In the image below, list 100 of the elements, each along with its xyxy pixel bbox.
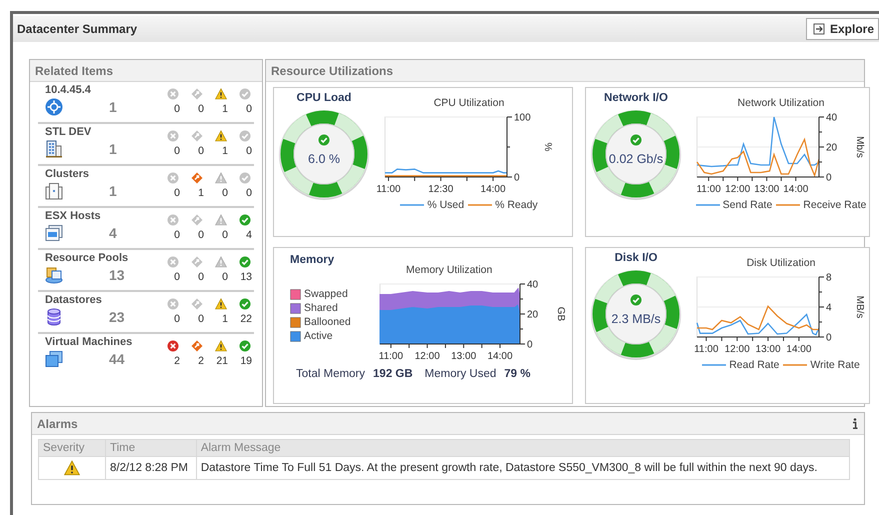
status-count: 4 <box>246 229 252 241</box>
card-title: Memory <box>290 254 336 266</box>
status-count: 0 <box>174 229 180 241</box>
tick-label: 0 <box>826 332 832 344</box>
panel-title: Related Items <box>35 64 114 78</box>
tick-label: 40 <box>826 112 838 124</box>
tick-label: 13:00 <box>754 184 780 195</box>
status-count: 0 <box>174 271 180 283</box>
tick-label: 12:30 <box>428 184 454 195</box>
item-name[interactable]: Virtual Machines <box>45 336 157 348</box>
legend-label: % Ready <box>495 199 538 211</box>
tick-label: 8 <box>826 272 832 284</box>
table-cell: 8/2/12 8:28 PM <box>106 456 196 480</box>
status-count: 2 <box>174 355 180 367</box>
legend-label: Send Rate <box>722 199 772 211</box>
panel-title: Alarms <box>37 416 78 430</box>
axis-title: MB/s <box>854 296 865 318</box>
explore-button[interactable]: Explore <box>806 18 879 40</box>
legend-label: % Used <box>427 199 464 211</box>
tick-label: 12:00 <box>414 351 440 362</box>
window-title: Datacenter Summary <box>17 22 138 36</box>
y-axis <box>520 284 526 344</box>
item-count: 4 <box>109 225 117 241</box>
item-count: 44 <box>109 351 125 367</box>
chart-title: Network Utilization <box>738 97 824 109</box>
database-icon <box>45 308 63 326</box>
info-icon <box>852 418 858 429</box>
status-count: 0 <box>198 271 204 283</box>
item-count: 23 <box>109 309 125 325</box>
tick-label: 0 <box>527 340 533 350</box>
item-count: 1 <box>109 183 117 199</box>
tick-label: 11:00 <box>378 351 404 362</box>
legend-label: Ballooned <box>304 316 351 328</box>
status-count: 19 <box>240 355 252 367</box>
status-count: 1 <box>222 313 228 325</box>
stat-label: Total Memory <box>296 368 366 380</box>
status-count: 0 <box>174 313 180 325</box>
tick-label: 11:00 <box>696 184 721 195</box>
chart-title: CPU Utilization <box>434 97 504 109</box>
card-title: Disk I/O <box>614 252 658 264</box>
status-count: 0 <box>246 187 252 199</box>
host-icon <box>45 224 63 242</box>
tick-label: 14:00 <box>786 344 812 355</box>
status-count: 1 <box>222 103 228 115</box>
status-count: 22 <box>240 313 252 325</box>
status-count: 0 <box>246 145 252 157</box>
item-count: 13 <box>109 267 125 283</box>
status-count: 0 <box>174 103 180 115</box>
tick-label: 14:00 <box>487 351 513 362</box>
tick-label: 40 <box>527 280 538 290</box>
tick-label: 12:00 <box>724 344 750 355</box>
status-count: 0 <box>198 313 204 325</box>
legend-label: Swapped <box>304 288 348 300</box>
y-axis <box>506 116 512 178</box>
tick-label: 12:00 <box>725 184 750 195</box>
warning-icon <box>64 460 80 476</box>
status-count: 0 <box>222 271 228 283</box>
status-count: 0 <box>174 187 180 199</box>
status-count: 0 <box>246 103 252 115</box>
status-count: 0 <box>174 145 180 157</box>
status-count: 0 <box>198 229 204 241</box>
gauge-value: 6.0 % <box>308 152 340 166</box>
table-row[interactable]: 8/2/12 8:28 PM Datastore Time To Full 51 Days. At the present growth rate, Datastore S550_VM300_8 will be full within the next 90 days. <box>38 456 850 480</box>
gauge-value: 2.3 MB/s <box>611 312 661 326</box>
status-count: 0 <box>198 103 204 115</box>
status-count: 21 <box>216 355 228 367</box>
item-name[interactable]: 10.4.45.4 <box>45 84 157 96</box>
server-icon <box>45 182 63 200</box>
panel-title: Resource Utilizations <box>271 64 394 78</box>
gauge-value: 0.02 Gb/s <box>608 152 664 166</box>
tick-label: 20 <box>826 142 838 154</box>
status-count: 0 <box>222 187 228 199</box>
resource-pool-icon <box>45 266 63 284</box>
tick-label: 13:00 <box>756 344 781 355</box>
status-count: 0 <box>222 229 228 241</box>
item-count: 1 <box>109 99 117 115</box>
stat-value: 192 GB <box>373 368 413 380</box>
target-icon <box>45 98 63 116</box>
chart-title: Memory Utilization <box>406 264 492 276</box>
item-name[interactable]: Datastores <box>45 294 157 306</box>
axis-title: % <box>542 142 553 152</box>
legend-label: Write Rate <box>810 359 860 371</box>
status-count: 1 <box>198 187 204 199</box>
y-axis <box>818 276 824 338</box>
item-name[interactable]: Clusters <box>45 168 157 180</box>
tick-label: 20 <box>527 310 538 320</box>
legend-label: Read Rate <box>729 359 780 371</box>
y-axis <box>818 116 824 178</box>
axis-title: GB <box>555 306 566 322</box>
stat-label: Memory Used <box>424 368 496 380</box>
legend-label: Receive Rate <box>803 199 866 211</box>
item-name[interactable]: ESX Hosts <box>45 210 157 222</box>
item-count: 1 <box>109 141 117 157</box>
item-name[interactable]: Resource Pools <box>45 252 157 264</box>
status-count: 2 <box>198 355 204 367</box>
tick-label: 14:00 <box>783 184 808 195</box>
tick-label: 4 <box>826 302 832 314</box>
tick-label: 11:00 <box>376 184 401 195</box>
item-name[interactable]: STL DEV <box>45 126 157 138</box>
legend-label: Active <box>304 330 333 342</box>
